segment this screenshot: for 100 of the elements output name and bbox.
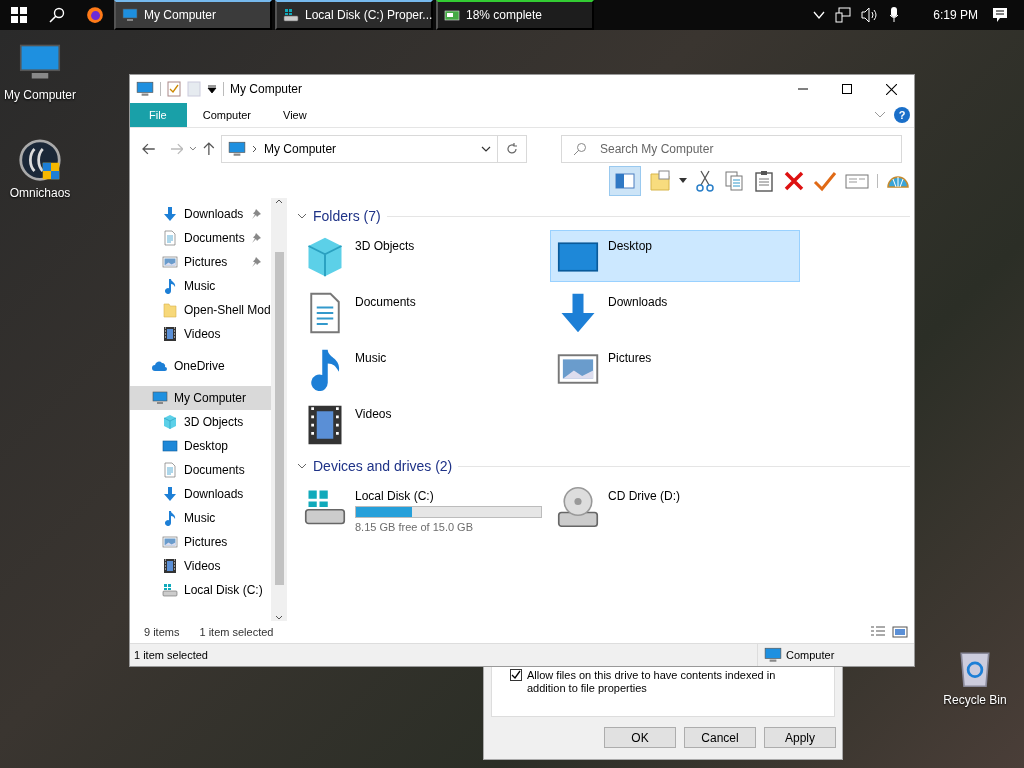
search-icon [573, 142, 587, 156]
file-tile[interactable]: Downloads [550, 286, 800, 338]
nav-pane-item[interactable]: Downloads [130, 202, 271, 226]
network-icon[interactable] [835, 7, 852, 23]
dropdown-caret-icon[interactable] [207, 84, 217, 94]
scroll-down-icon[interactable] [275, 615, 283, 621]
nav-pane-item[interactable]: Music [130, 274, 271, 298]
taskbar-button[interactable]: 18% complete [436, 0, 594, 30]
nav-pane-item[interactable]: Music [130, 506, 271, 530]
section-heading[interactable]: Devices and drives (2) [313, 458, 453, 474]
desktop-icon-label[interactable]: My Computer [4, 88, 76, 102]
checkmark-icon[interactable] [813, 170, 837, 192]
nav-pane-item[interactable]: Documents [130, 458, 271, 482]
monitor-icon [228, 140, 247, 158]
desktop-icon-label[interactable]: Omnichaos [9, 186, 71, 200]
scrollbar[interactable] [271, 198, 287, 621]
dialog-button[interactable]: Apply [764, 727, 836, 748]
nav-pane-item[interactable]: My Computer [130, 386, 271, 410]
ribbon-tab[interactable]: Computer [186, 103, 268, 127]
file-tile[interactable]: Videos [297, 398, 547, 450]
film-icon [162, 558, 178, 574]
ribbon-tab[interactable]: View [267, 103, 323, 127]
film-icon [162, 326, 178, 342]
search-icon[interactable] [49, 7, 65, 23]
nav-pane-item[interactable]: Local Disk (C:) [130, 578, 271, 602]
status-zone: Computer [786, 649, 835, 661]
nav-pane-item[interactable]: Videos [130, 554, 271, 578]
collapse-chevron-icon[interactable] [297, 213, 307, 219]
file-tile[interactable]: Music [297, 342, 547, 394]
nav-pane-item[interactable]: Documents [130, 226, 271, 250]
picture-icon [162, 534, 178, 550]
desktop-icon-label[interactable]: Recycle Bin [943, 693, 1007, 707]
pin-icon[interactable] [251, 209, 261, 219]
nav-pane-item[interactable]: OneDrive [130, 354, 271, 378]
file-tile[interactable]: Local Disk (C:) 8.15 GB free of 15.0 GB [297, 480, 547, 532]
file-tile[interactable]: Desktop [550, 230, 800, 282]
clock[interactable]: 6:19 PM [933, 8, 978, 22]
item-count: 9 items [144, 626, 180, 638]
folder-icon [162, 302, 178, 318]
down-arrow-icon [162, 486, 178, 502]
monitor-icon [136, 80, 154, 98]
document-icon [162, 462, 178, 478]
search-field[interactable]: Search My Computer [561, 135, 902, 163]
chevron-up-icon[interactable] [813, 9, 826, 21]
nav-pane-item[interactable]: Desktop [130, 434, 271, 458]
expand-ribbon-icon[interactable] [874, 111, 886, 119]
pin-icon[interactable] [251, 257, 261, 267]
refresh-icon[interactable] [505, 143, 518, 155]
clipboard-icon[interactable] [753, 170, 775, 192]
close-icon[interactable] [886, 83, 897, 95]
nav-pane-item[interactable]: 3D Objects [130, 410, 271, 434]
dropdown-chevron-icon[interactable] [480, 146, 491, 152]
recent-chevron-icon[interactable] [189, 146, 198, 152]
help-icon[interactable]: ? [894, 107, 910, 123]
monitor-icon [152, 390, 168, 406]
dialog-button[interactable]: OK [604, 727, 676, 748]
breadcrumb-chevron-icon[interactable] [252, 145, 259, 153]
delete-x-icon[interactable] [783, 170, 805, 192]
taskbar-button[interactable]: My Computer [114, 0, 272, 30]
layout-pane-icon[interactable] [609, 166, 641, 196]
status-text: 1 item selected [133, 649, 208, 661]
maximize-icon[interactable] [842, 83, 852, 94]
nav-pane-item[interactable]: Pictures [130, 530, 271, 554]
file-tile[interactable]: CD Drive (D:) [550, 480, 800, 532]
music-note-icon [162, 510, 178, 526]
file-tile[interactable]: Pictures [550, 342, 800, 394]
copy-progress-icon [444, 7, 460, 23]
file-tile[interactable]: Documents [297, 286, 547, 338]
microphone-icon[interactable] [889, 7, 900, 23]
address-bar[interactable]: My Computer [221, 135, 498, 163]
file-tile[interactable]: 3D Objects [297, 230, 547, 282]
nav-pane-item[interactable]: Open-Shell Mod [130, 298, 271, 322]
speaker-icon[interactable] [861, 7, 880, 23]
monitor-icon [122, 7, 138, 23]
selection-count: 1 item selected [199, 626, 274, 638]
window-title: My Computer [230, 82, 303, 96]
nav-pane-item[interactable]: Pictures [130, 250, 271, 274]
properties-icon[interactable] [167, 81, 181, 97]
section-heading[interactable]: Folders (7) [313, 208, 381, 224]
pin-icon[interactable] [251, 233, 261, 243]
large-icons-view-icon[interactable] [892, 625, 908, 639]
taskbar-button[interactable]: Local Disk (C:) Proper... [275, 0, 433, 30]
browser-icon[interactable] [86, 6, 104, 24]
copy-icon[interactable] [723, 170, 745, 192]
dropdown-caret-icon[interactable] [679, 178, 687, 184]
scroll-up-icon[interactable] [275, 198, 283, 204]
document-icon [162, 230, 178, 246]
nav-pane-item[interactable]: Videos [130, 322, 271, 346]
picture-icon [162, 254, 178, 270]
app-emblem-icon [18, 138, 62, 182]
notification-icon[interactable] [992, 7, 1008, 23]
dialog-button[interactable]: Cancel [684, 727, 756, 748]
up-arrow-icon[interactable] [203, 142, 216, 156]
nav-pane-item[interactable]: Downloads [130, 482, 271, 506]
checkbox[interactable] [510, 669, 522, 681]
back-arrow-icon[interactable] [142, 143, 156, 155]
scissors-icon[interactable] [695, 170, 715, 192]
collapse-chevron-icon[interactable] [297, 463, 307, 469]
drive-icon [283, 7, 299, 23]
windows-logo-icon[interactable] [11, 7, 27, 23]
